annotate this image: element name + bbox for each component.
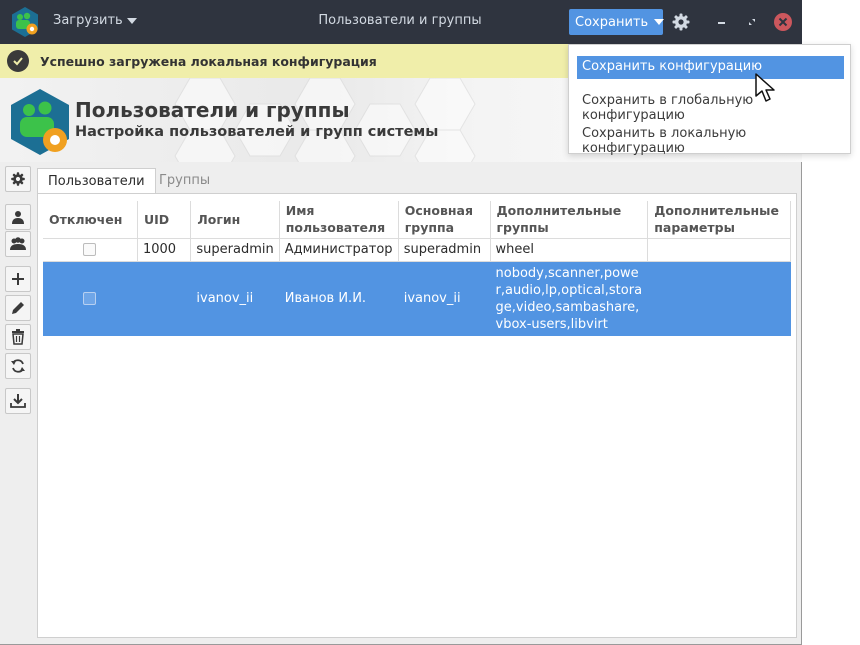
gear-icon [11,172,25,186]
table-header: Отключен UID Логин Имя пользователя Осно… [43,201,791,238]
delete-button[interactable] [5,324,31,350]
disabled-checkbox[interactable] [83,292,97,306]
minimize-icon[interactable] [714,14,730,30]
column-header-primary-group[interactable]: Основная группа [398,201,491,238]
name-cell: Иванов И.И. [279,260,399,336]
trash-icon [12,329,24,345]
chevron-down-icon [654,19,665,25]
column-header-extra-groups[interactable]: Дополнительные группы [490,201,649,238]
disabled-cell [43,260,138,336]
disabled-cell [43,237,138,261]
load-button[interactable]: Загрузить [53,13,137,28]
table-row[interactable]: 1000 superadmin Администратор superadmin… [43,237,791,261]
group-icon [10,237,26,250]
save-menu: Сохранить конфигурацию Сохранить в глоба… [568,44,851,156]
column-header-extra-params[interactable]: Дополнительные параметры [647,201,791,238]
column-header-name[interactable]: Имя пользователя [279,201,399,238]
tab-groups[interactable]: Группы [149,168,220,194]
refresh-icon [11,359,25,373]
banner-title: Пользователи и группы [75,98,350,122]
settings-gear-icon[interactable] [671,12,691,32]
close-icon[interactable] [774,13,792,31]
notification-text: Успешно загружена локальная конфигурация [40,53,377,69]
groups-button[interactable] [5,231,31,257]
settings-button[interactable] [5,166,31,192]
download-icon [10,394,26,408]
tab-users[interactable]: Пользователи [37,168,156,194]
primary-group-cell: ivanov_ii [398,260,491,336]
save-button-label: Сохранить [575,14,649,30]
login-cell: superadmin [190,237,280,261]
extra-groups-cell: wheel [490,237,649,261]
check-circle-icon [7,50,29,72]
add-button[interactable] [5,266,31,292]
menu-item-save-local[interactable]: Сохранить в локальную конфигурацию [577,123,844,156]
table-row-selected[interactable]: ivanov_ii Иванов И.И. ivanov_ii nobody,s… [43,260,791,336]
chevron-down-icon [126,17,137,24]
primary-group-cell: superadmin [398,237,491,261]
extra-params-cell [647,260,791,336]
user-settings-button[interactable] [5,204,31,230]
download-button[interactable] [5,388,31,414]
user-icon [12,211,24,224]
pencil-icon [12,302,24,314]
users-panel: Отключен UID Логин Имя пользователя Осно… [37,193,797,638]
users-table: Отключен UID Логин Имя пользователя Осно… [43,201,791,336]
menu-item-save-config[interactable]: Сохранить конфигурацию [577,56,844,79]
title-bar: Загрузить Пользователи и группы Сохранит… [0,0,802,44]
extra-params-cell [647,237,791,261]
window-title: Пользователи и группы [318,13,482,28]
maximize-icon[interactable] [744,14,760,30]
load-button-label: Загрузить [53,13,123,28]
edit-button[interactable] [5,295,31,321]
extra-groups-cell: nobody,scanner,power,audio,lp,optical,st… [490,260,649,336]
save-button[interactable]: Сохранить [569,9,665,35]
uid-cell: 1000 [137,237,192,261]
plus-icon [12,273,24,285]
column-header-uid[interactable]: UID [137,201,192,238]
users-gear-icon [11,89,69,155]
app-icon [12,7,38,37]
disabled-checkbox[interactable] [83,243,97,256]
banner-subtitle: Настройка пользователей и групп системы [75,124,439,140]
refresh-button[interactable] [5,353,31,379]
mouse-cursor-icon [755,73,775,102]
column-header-login[interactable]: Логин [190,201,280,238]
name-cell: Администратор [279,237,399,261]
uid-cell [137,260,192,336]
menu-item-save-global[interactable]: Сохранить в глобальную конфигурацию [577,90,844,123]
login-cell: ivanov_ii [190,260,280,336]
column-header-disabled[interactable]: Отключен [43,201,138,238]
